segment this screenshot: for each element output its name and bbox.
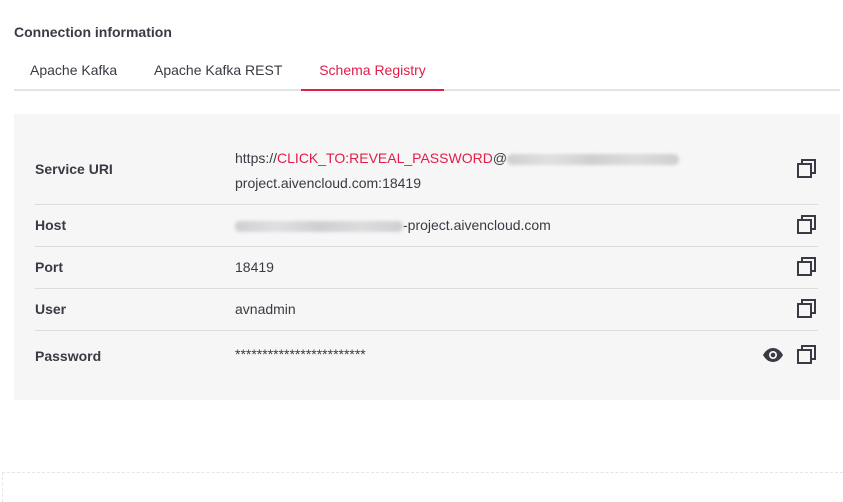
copy-icon[interactable] xyxy=(796,214,818,236)
connection-panel: Service URI https://CLICK_TO:REVEAL_PASS… xyxy=(14,114,840,400)
copy-icon[interactable] xyxy=(796,298,818,320)
redacted-service-name xyxy=(507,153,680,165)
host-value: -project.aivencloud.com xyxy=(235,213,551,238)
service-uri-prefix: https:// xyxy=(235,150,278,166)
reveal-password-link[interactable]: CLICK_TO:REVEAL_PASSWORD xyxy=(277,150,493,166)
row-password: Password ************************ xyxy=(35,330,818,380)
user-label: User xyxy=(35,301,67,317)
tab-apache-kafka[interactable]: Apache Kafka xyxy=(30,52,117,89)
tab-apache-kafka-rest[interactable]: Apache Kafka REST xyxy=(154,52,282,89)
host-suffix: -project.aivencloud.com xyxy=(403,217,551,233)
host-label: Host xyxy=(35,217,67,233)
copy-icon[interactable] xyxy=(796,256,818,278)
row-host: Host -project.aivencloud.com xyxy=(35,204,818,247)
password-label: Password xyxy=(35,348,102,364)
port-value: 18419 xyxy=(235,259,274,275)
service-uri-at: @ xyxy=(492,150,508,166)
port-label: Port xyxy=(35,259,63,275)
password-value: ************************ xyxy=(235,346,366,362)
row-port: Port 18419 xyxy=(35,246,818,289)
copy-icon[interactable] xyxy=(796,158,818,180)
user-value: avnadmin xyxy=(235,301,296,317)
tab-schema-registry[interactable]: Schema Registry xyxy=(301,52,444,91)
eye-icon[interactable] xyxy=(762,344,784,366)
row-user: User avnadmin xyxy=(35,288,818,331)
tab-bar: Apache Kafka Apache Kafka REST Schema Re… xyxy=(14,52,840,91)
service-uri-label: Service URI xyxy=(35,161,113,177)
next-section-outline xyxy=(2,472,843,502)
redacted-host-prefix xyxy=(235,220,403,232)
service-uri-value: https://CLICK_TO:REVEAL_PASSWORD@ projec… xyxy=(235,146,680,196)
copy-icon[interactable] xyxy=(796,344,818,366)
row-service-uri: Service URI https://CLICK_TO:REVEAL_PASS… xyxy=(35,134,818,205)
section-title: Connection information xyxy=(14,24,172,40)
service-uri-line2: project.aivencloud.com:18419 xyxy=(235,175,422,191)
